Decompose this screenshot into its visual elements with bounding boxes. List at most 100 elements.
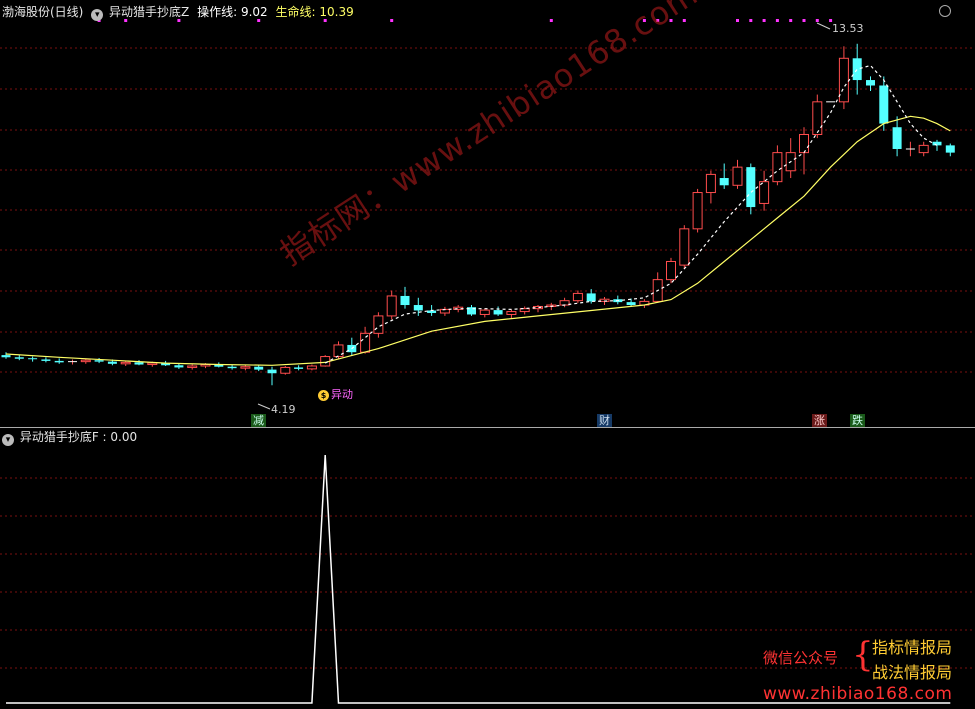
stock-title[interactable]: 渤海股份(日线): [2, 5, 83, 19]
candle-body: [174, 365, 184, 368]
life-line-value: 生命线: 10.39: [275, 5, 354, 19]
candle-body: [294, 367, 304, 369]
promo-line-1: 指标情报局: [872, 638, 953, 657]
candle: [54, 358, 64, 364]
candle: [28, 356, 38, 362]
candle: [626, 298, 636, 307]
sub-indicator-label[interactable]: 异动猎手抄底F : 0.00: [20, 430, 137, 444]
candle: [493, 306, 503, 316]
candle: [439, 306, 450, 316]
candle: [692, 188, 703, 233]
settings-circle-icon[interactable]: [939, 5, 951, 17]
candle: [799, 127, 809, 175]
candle: [746, 163, 756, 215]
candle-body: [187, 365, 198, 368]
candle-body: [14, 357, 24, 359]
candle-body: [586, 293, 596, 302]
candle-body: [732, 166, 743, 186]
candle-body: [945, 145, 955, 153]
candle: [719, 163, 729, 189]
candle-body: [812, 101, 823, 135]
signal-dot: [390, 19, 394, 22]
candle-body: [918, 144, 929, 154]
promo-brace: {: [852, 635, 874, 675]
candle: [666, 257, 676, 284]
candle-body: [705, 173, 716, 194]
candle-body: [719, 178, 729, 186]
candle-body: [400, 295, 410, 306]
candle-body: [80, 359, 91, 363]
candle: [320, 355, 331, 367]
candle-body: [306, 365, 317, 370]
candle: [613, 295, 623, 305]
candle: [68, 359, 77, 365]
candle: [772, 145, 783, 186]
chevron-down-icon[interactable]: ▾: [2, 434, 14, 446]
candle: [852, 43, 862, 95]
candle: [572, 290, 583, 303]
sub-grid: [0, 477, 975, 669]
signal-dot: [789, 19, 793, 22]
candle: [506, 309, 517, 319]
chevron-down-icon[interactable]: ▾: [91, 9, 104, 21]
candle-body: [838, 57, 849, 103]
badge-rise: 涨: [812, 414, 827, 427]
main-header: 渤海股份(日线) ▾ 异动猎手抄底Z 操作线: 9.02 生命线: 10.39: [2, 4, 354, 21]
candle-body: [479, 309, 490, 315]
candle: [14, 355, 24, 361]
badge-wealth: 财: [597, 414, 612, 427]
candle-body: [1, 355, 11, 358]
candle-body: [679, 228, 690, 266]
high-price-label: 13.53: [832, 22, 864, 35]
candle-body: [559, 300, 570, 306]
candle-body: [666, 260, 676, 281]
candle: [386, 290, 397, 320]
candle-body: [892, 127, 902, 149]
candle: [347, 337, 357, 356]
candle: [918, 141, 929, 157]
candle-body: [54, 360, 64, 363]
badge-fall: 跌: [850, 414, 865, 427]
candle-body: [799, 133, 809, 154]
candle-body: [572, 292, 583, 302]
promo-url: www.zhibiao168.com: [763, 684, 953, 704]
candle: [785, 138, 796, 179]
candle: [533, 305, 543, 313]
promo-wechat: 微信公众号: [763, 649, 839, 667]
low-pointer: [257, 403, 271, 410]
candle: [467, 305, 476, 316]
candle-body: [107, 361, 117, 364]
indicator-name[interactable]: 异动猎手抄底Z: [109, 5, 189, 19]
candle: [639, 299, 650, 308]
candle-body: [373, 315, 384, 334]
candle-body: [746, 167, 756, 208]
signal-dot: [802, 19, 806, 22]
candle-body: [254, 366, 264, 370]
candle: [866, 76, 875, 91]
candle: [240, 365, 251, 371]
candle: [280, 365, 291, 375]
low-price-label: 4.19: [271, 403, 296, 416]
candle: [294, 365, 304, 371]
op-line-value: 操作线: 9.02: [197, 5, 268, 19]
candle: [41, 357, 51, 363]
candle: [1, 352, 11, 359]
candle-body: [240, 366, 251, 369]
candle-body: [280, 366, 291, 374]
badge-reduce: 减: [251, 414, 266, 427]
sub-header: ▾ 异动猎手抄底F : 0.00: [2, 429, 137, 446]
candle-body: [772, 152, 783, 183]
signal-dot: [762, 19, 766, 22]
signal-dot: [775, 19, 779, 22]
candle-body: [866, 80, 875, 86]
candle: [333, 341, 344, 359]
candle-body: [41, 359, 51, 361]
signal-dot: [549, 19, 553, 22]
high-pointer: [816, 22, 831, 30]
candle-body: [134, 362, 144, 365]
candle: [519, 306, 530, 315]
candle: [759, 170, 770, 211]
candle-body: [120, 361, 131, 365]
candle-body: [879, 85, 889, 124]
candle-body: [360, 332, 371, 353]
